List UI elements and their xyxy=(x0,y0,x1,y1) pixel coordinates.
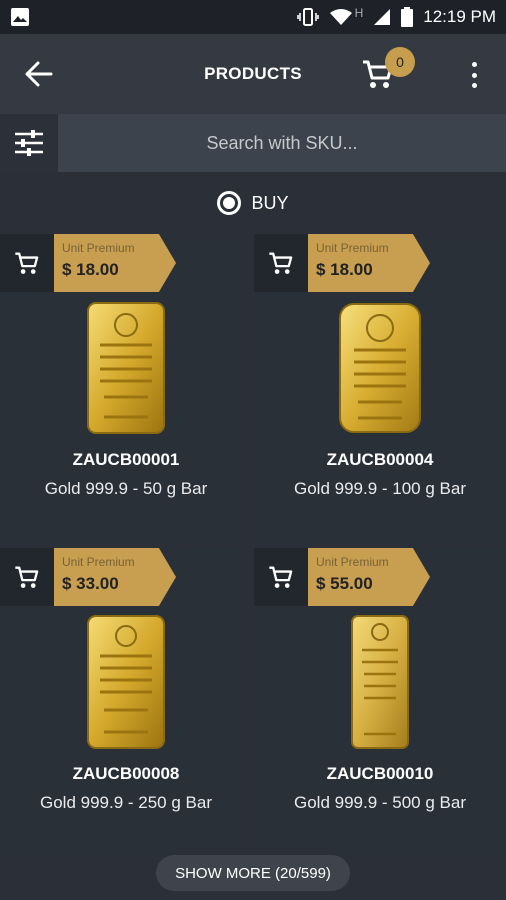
product-sku: ZAUCB00010 xyxy=(326,764,434,783)
show-more-button[interactable]: SHOW MORE (20/599) xyxy=(156,855,350,891)
status-bar: H 12:19 PM xyxy=(0,0,506,34)
add-to-cart-button[interactable] xyxy=(0,548,54,606)
product-description: Gold 999.9 - 500 g Bar xyxy=(293,793,466,812)
add-to-cart-button[interactable] xyxy=(254,548,308,606)
product-grid: Unit Premium $ 18.00 ZAUCB00001 Gold 999… xyxy=(0,234,506,858)
premium-label: Unit Premium xyxy=(316,241,389,255)
battery-icon xyxy=(401,7,414,27)
product-description: Gold 999.9 - 50 g Bar xyxy=(44,479,208,498)
premium-label: Unit Premium xyxy=(316,555,389,569)
premium-value: $ 55.00 xyxy=(316,574,373,593)
app-bar: PRODUCTS 0 xyxy=(0,34,506,114)
signal-icon xyxy=(374,9,391,25)
product-card[interactable]: Unit Premium $ 55.00 ZAUCB00010 Gold 999… xyxy=(254,548,506,858)
network-type: H xyxy=(354,6,364,20)
image-icon xyxy=(11,8,29,26)
premium-value: $ 18.00 xyxy=(316,260,373,279)
cart-icon xyxy=(15,566,39,588)
product-card[interactable]: Unit Premium $ 18.00 ZAUCB00001 Gold 999… xyxy=(0,234,252,544)
search-input[interactable] xyxy=(58,114,506,172)
filter-icon xyxy=(15,130,43,156)
gold-bar-icon xyxy=(87,615,165,749)
premium-tag: Unit Premium $ 55.00 xyxy=(308,548,430,606)
filter-button[interactable] xyxy=(0,114,58,172)
product-card[interactable]: Unit Premium $ 18.00 ZAUCB00004 Gold 999… xyxy=(254,234,506,544)
buy-label: BUY xyxy=(251,192,289,213)
gold-bar-icon xyxy=(351,615,409,749)
product-description: Gold 999.9 - 250 g Bar xyxy=(39,793,212,812)
premium-value: $ 18.00 xyxy=(62,260,119,279)
product-sku: ZAUCB00004 xyxy=(326,450,434,469)
buy-mode-option[interactable]: BUY xyxy=(0,172,506,234)
product-card[interactable]: Unit Premium $ 33.00 ZAUCB00008 Gold 999… xyxy=(0,548,252,858)
product-description: Gold 999.9 - 100 g Bar xyxy=(293,479,466,498)
add-to-cart-button[interactable] xyxy=(0,234,54,292)
premium-tag: Unit Premium $ 18.00 xyxy=(308,234,430,292)
cart-icon xyxy=(269,252,293,274)
cart-count-badge: 0 xyxy=(385,47,415,77)
add-to-cart-button[interactable] xyxy=(254,234,308,292)
premium-label: Unit Premium xyxy=(62,555,135,569)
radio-checked-icon[interactable] xyxy=(217,191,242,215)
search-bar xyxy=(0,114,506,172)
vibrate-icon xyxy=(296,8,319,26)
premium-value: $ 33.00 xyxy=(62,574,119,593)
page-title: PRODUCTS xyxy=(204,64,302,83)
product-sku: ZAUCB00008 xyxy=(72,764,180,783)
premium-label: Unit Premium xyxy=(62,241,135,255)
premium-tag: Unit Premium $ 18.00 xyxy=(54,234,176,292)
gold-bar-icon xyxy=(87,302,165,434)
wifi-icon xyxy=(329,9,352,25)
product-sku: ZAUCB00001 xyxy=(72,450,180,469)
status-time: 12:19 PM xyxy=(423,7,496,26)
premium-tag: Unit Premium $ 33.00 xyxy=(54,548,176,606)
cart-icon xyxy=(269,566,293,588)
cart-icon xyxy=(15,252,39,274)
more-vert-icon[interactable] xyxy=(470,62,478,88)
gold-bar-icon xyxy=(339,303,421,433)
